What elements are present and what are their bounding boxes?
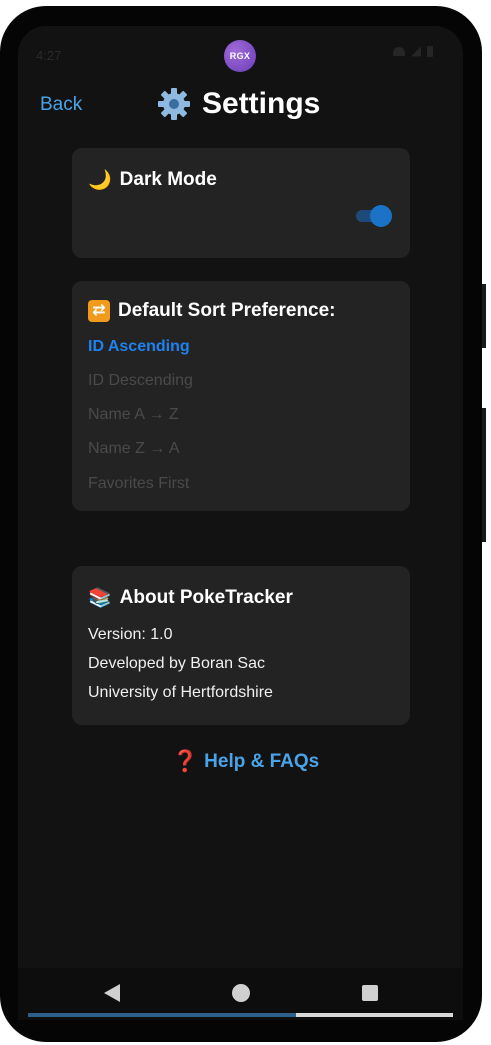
- app-screen: 4:27 RGX Back Settings 🌙 Dark Mode ⇄ Def…: [18, 26, 463, 968]
- about-title-label: About PokeTracker: [119, 587, 293, 608]
- dark-mode-toggle[interactable]: [356, 205, 392, 227]
- about-card: 📚 About PokeTracker Version: 1.0 Develop…: [72, 566, 410, 725]
- back-button[interactable]: Back: [40, 94, 82, 116]
- sort-option-name-z-a[interactable]: Name Z → A: [88, 440, 180, 458]
- power-button: [482, 408, 486, 542]
- sort-preference-title: ⇄ Default Sort Preference:: [88, 300, 336, 322]
- about-title: 📚 About PokeTracker: [88, 586, 293, 610]
- toggle-thumb: [370, 205, 392, 227]
- moon-icon: 🌙: [88, 170, 112, 191]
- help-faqs-link[interactable]: ❓ Help & FAQs: [172, 750, 319, 774]
- sort-option-id-ascending[interactable]: ID Ascending: [88, 338, 190, 356]
- sort-option-name-a-z[interactable]: Name A → Z: [88, 406, 179, 424]
- page-title: Settings: [202, 87, 321, 120]
- square-recents-icon[interactable]: [360, 982, 380, 1004]
- status-bar: 4:27 RGX: [18, 26, 463, 84]
- question-icon: ❓: [172, 750, 199, 773]
- dark-mode-label: Dark Mode: [119, 169, 217, 190]
- progress-fill: [28, 1013, 296, 1017]
- battery-icon: [427, 46, 433, 57]
- dark-mode-title: 🌙 Dark Mode: [88, 168, 217, 192]
- avatar: RGX: [224, 40, 256, 72]
- about-version: Version: 1.0: [88, 626, 173, 643]
- triangle-back-icon[interactable]: [102, 982, 122, 1004]
- repeat-icon: ⇄: [88, 300, 110, 322]
- volume-button: [482, 284, 486, 348]
- circle-home-icon[interactable]: [230, 982, 252, 1004]
- sort-option-favorites-first[interactable]: Favorites First: [88, 475, 189, 493]
- about-university: University of Hertfordshire: [88, 684, 273, 701]
- progress-bar: [28, 1013, 453, 1017]
- books-icon: 📚: [88, 588, 112, 609]
- page-title-group: Settings: [156, 86, 320, 122]
- sort-preference-card: ⇄ Default Sort Preference: ID Ascending …: [72, 281, 410, 511]
- wifi-icon: [393, 47, 405, 56]
- about-developer: Developed by Boran Sac: [88, 655, 265, 672]
- signal-icon: [411, 46, 421, 57]
- dark-mode-card: 🌙 Dark Mode: [72, 148, 410, 258]
- status-icons: [393, 46, 433, 57]
- help-faqs-label: Help & FAQs: [204, 751, 320, 772]
- gear-icon: [158, 88, 190, 120]
- status-time: 4:27: [36, 48, 62, 63]
- sort-option-id-descending[interactable]: ID Descending: [88, 372, 193, 390]
- sort-preference-label: Default Sort Preference:: [118, 300, 336, 321]
- header: Back Settings: [18, 84, 463, 134]
